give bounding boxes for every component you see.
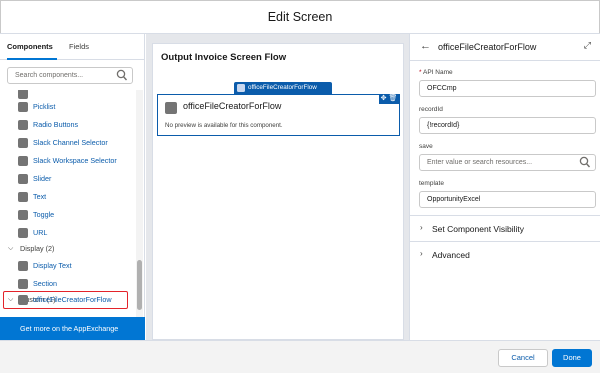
display-text-icon [18,261,28,271]
appexchange-link[interactable]: Get more on the AppExchange [0,317,145,340]
properties-panel: ← officeFileCreatorForFlow ⤢ * API Name … [409,34,600,340]
expand-icon[interactable]: ⤢ [584,40,591,51]
list-item-label: Toggle [33,210,55,219]
toggle-icon [18,210,28,220]
section-display[interactable]: ⌵ Display (2) [0,242,130,256]
flow-title: Output Invoice Screen Flow [161,52,287,63]
move-delete-tools[interactable]: ✥ 🗑 [379,94,399,104]
component-tag: officeFileCreatorForFlow [234,82,332,94]
slack-workspace-icon [18,156,28,166]
chevron-down-icon: ⌵ [8,245,14,252]
list-item-label: Section [33,279,57,288]
screen-canvas: Output Invoice Screen Flow officeFileCre… [146,34,409,340]
search-placeholder: Search components... [15,72,84,79]
list-item-label: Radio Buttons [33,120,79,129]
tab-components[interactable]: Components [7,34,57,60]
accordion-label: Set Component Visibility [432,224,524,234]
list-item-label: officeFileCreatorForFlow [33,295,112,304]
slider-icon [18,174,28,184]
list-item-label: URL [33,228,48,237]
components-scrollbar[interactable] [136,90,143,317]
tab-fields[interactable]: Fields [69,34,89,60]
flow-screen-card: Output Invoice Screen Flow officeFileCre… [152,43,404,340]
recordid-label: recordId [419,106,443,113]
component-name: officeFileCreatorForFlow [183,101,282,111]
list-item-office-file-creator[interactable]: officeFileCreatorForFlow [0,292,134,308]
components-panel: Components Fields Search components... P… [0,34,145,340]
search-icon [579,156,591,168]
text-icon [18,192,28,202]
chevron-right-icon: › [420,223,423,232]
search-components-input[interactable]: Search components... [7,67,133,84]
properties-title: officeFileCreatorForFlow [438,42,537,52]
api-name-label: * API Name [419,69,453,76]
selected-component-box[interactable]: officeFileCreatorForFlow No preview is a… [157,94,400,136]
section-icon [18,279,28,289]
dialog-footer: Cancel Done [0,340,600,373]
slack-channel-icon [18,138,28,148]
component-icon [18,90,28,99]
component-tag-label: officeFileCreatorForFlow [248,84,317,91]
save-field[interactable]: Enter value or search resources... [419,154,596,171]
field-label-text: API Name [422,69,453,76]
back-arrow-icon[interactable]: ← [420,40,431,52]
panel-tabs: Components Fields [0,34,144,60]
search-icon [116,69,128,81]
accordion-advanced[interactable]: › Advanced [410,241,600,267]
properties-header: ← officeFileCreatorForFlow ⤢ [410,34,600,61]
url-icon [18,228,28,238]
save-placeholder: Enter value or search resources... [427,159,533,166]
save-label: save [419,143,433,150]
scrollbar-thumb[interactable] [137,260,142,310]
accordion-set-component-visibility[interactable]: › Set Component Visibility [410,215,600,241]
radio-buttons-icon [18,120,28,130]
template-field[interactable]: OpportunityExcel [419,191,596,208]
component-icon [165,102,177,114]
section-label: Display (2) [20,244,55,253]
list-item-label: Picklist [33,102,56,111]
template-label: template [419,180,444,187]
list-item-label: Text [33,192,47,201]
component-preview-text: No preview is available for this compone… [165,122,283,129]
dialog-title: Edit Screen [0,0,600,34]
chevron-right-icon: › [420,249,423,258]
picklist-icon [18,102,28,112]
component-tag-icon [237,84,245,92]
office-file-creator-icon [18,295,28,305]
recordid-field[interactable]: {!recordId} [419,117,596,134]
list-item-label: Slack Workspace Selector [33,156,117,165]
done-button[interactable]: Done [552,349,592,367]
components-list: Picklist Radio Buttons Slack Channel Sel… [0,90,134,317]
list-item-label: Slack Channel Selector [33,138,108,147]
cancel-button[interactable]: Cancel [498,349,548,367]
list-item-label: Slider [33,174,52,183]
list-item-label: Display Text [33,261,72,270]
api-name-field[interactable]: OFCCmp [419,80,596,97]
accordion-label: Advanced [432,250,470,260]
